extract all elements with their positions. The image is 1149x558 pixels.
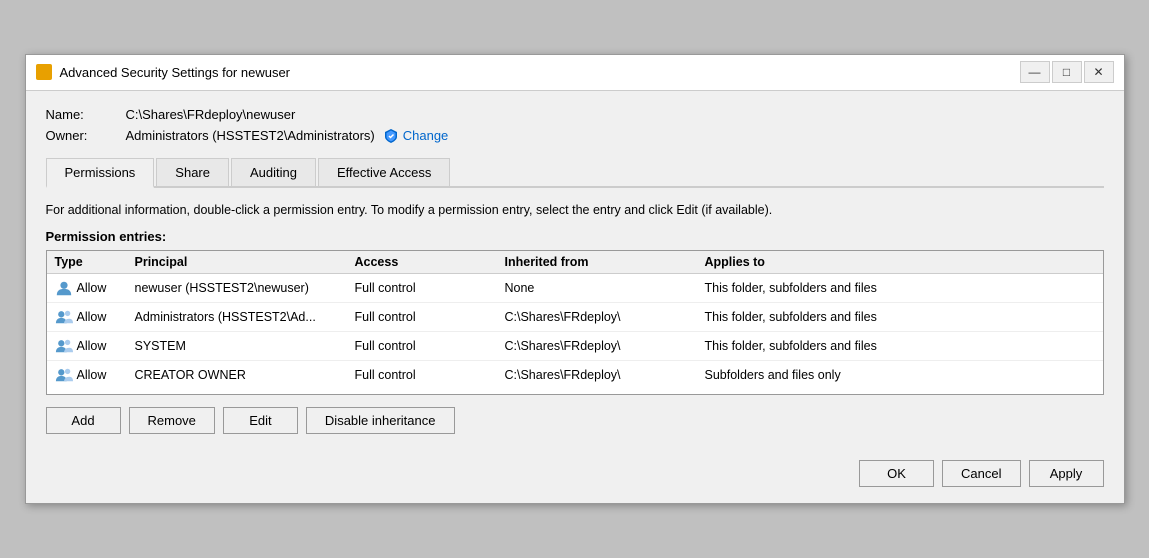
name-label: Name: <box>46 107 126 122</box>
dialog-buttons: OK Cancel Apply <box>46 450 1104 487</box>
table-header: Type Principal Access Inherited from App… <box>47 251 1103 274</box>
remove-button[interactable]: Remove <box>129 407 215 434</box>
cell-type: Allow <box>55 337 135 355</box>
close-button[interactable]: ✕ <box>1084 61 1114 83</box>
minimize-button[interactable]: — <box>1020 61 1050 83</box>
table-row[interactable]: Allow newuser (HSSTEST2\newuser) Full co… <box>47 274 1103 303</box>
cell-principal: CREATOR OWNER <box>135 368 355 382</box>
disable-inheritance-button[interactable]: Disable inheritance <box>306 407 455 434</box>
action-buttons: Add Remove Edit Disable inheritance <box>46 407 1104 434</box>
cell-applies-to: This folder, subfolders and files <box>705 281 985 295</box>
cell-inherited-from: None <box>505 281 705 295</box>
change-owner-link[interactable]: Change <box>383 128 449 144</box>
cell-access: Full control <box>355 310 505 324</box>
cancel-button[interactable]: Cancel <box>942 460 1020 487</box>
content-area: Name: C:\Shares\FRdeploy\newuser Owner: … <box>26 91 1124 504</box>
tab-permissions[interactable]: Permissions <box>46 158 155 188</box>
cell-access: Full control <box>355 281 505 295</box>
permission-table: Type Principal Access Inherited from App… <box>46 250 1104 395</box>
user-icon <box>55 279 73 297</box>
owner-value: Administrators (HSSTEST2\Administrators) <box>126 128 375 143</box>
table-row[interactable]: Allow SYSTEM Full control C:\Shares\FRde… <box>47 332 1103 361</box>
cell-principal: Administrators (HSSTEST2\Ad... <box>135 310 355 324</box>
group-icon <box>55 366 73 384</box>
change-label: Change <box>403 128 449 143</box>
cell-applies-to: This folder, subfolders and files <box>705 310 985 324</box>
shield-icon <box>383 128 399 144</box>
table-row[interactable]: Allow Administrators (HSSTEST2\Ad... Ful… <box>47 303 1103 332</box>
tab-share[interactable]: Share <box>156 158 229 186</box>
apply-button[interactable]: Apply <box>1029 460 1104 487</box>
cell-access: Full control <box>355 339 505 353</box>
cell-principal: newuser (HSSTEST2\newuser) <box>135 281 355 295</box>
name-row: Name: C:\Shares\FRdeploy\newuser <box>46 107 1104 122</box>
cell-type: Allow <box>55 366 135 384</box>
table-row[interactable]: Allow CREATOR OWNER Full control C:\Shar… <box>47 361 1103 389</box>
title-bar: Advanced Security Settings for newuser —… <box>26 55 1124 91</box>
tab-bar: Permissions Share Auditing Effective Acc… <box>46 158 1104 188</box>
window-title: Advanced Security Settings for newuser <box>60 65 1020 80</box>
cell-type: Allow <box>55 279 135 297</box>
col-principal: Principal <box>135 255 355 269</box>
col-applies-to: Applies to <box>705 255 985 269</box>
group-icon <box>55 308 73 326</box>
tab-effective-access[interactable]: Effective Access <box>318 158 450 186</box>
ok-button[interactable]: OK <box>859 460 934 487</box>
add-button[interactable]: Add <box>46 407 121 434</box>
edit-button[interactable]: Edit <box>223 407 298 434</box>
owner-row: Owner: Administrators (HSSTEST2\Administ… <box>46 128 1104 144</box>
table-body: Allow newuser (HSSTEST2\newuser) Full co… <box>47 274 1103 394</box>
cell-inherited-from: C:\Shares\FRdeploy\ <box>505 310 705 324</box>
description-text: For additional information, double-click… <box>46 202 1104 220</box>
section-label: Permission entries: <box>46 229 1104 244</box>
cell-applies-to: Subfolders and files only <box>705 368 985 382</box>
name-value: C:\Shares\FRdeploy\newuser <box>126 107 296 122</box>
owner-label: Owner: <box>46 128 126 143</box>
cell-principal: SYSTEM <box>135 339 355 353</box>
main-window: Advanced Security Settings for newuser —… <box>25 54 1125 505</box>
col-inherited-from: Inherited from <box>505 255 705 269</box>
tab-auditing[interactable]: Auditing <box>231 158 316 186</box>
group-icon <box>55 337 73 355</box>
cell-access: Full control <box>355 368 505 382</box>
cell-inherited-from: C:\Shares\FRdeploy\ <box>505 368 705 382</box>
maximize-button[interactable]: □ <box>1052 61 1082 83</box>
cell-inherited-from: C:\Shares\FRdeploy\ <box>505 339 705 353</box>
col-type: Type <box>55 255 135 269</box>
cell-applies-to: This folder, subfolders and files <box>705 339 985 353</box>
window-icon <box>36 64 52 80</box>
title-bar-controls: — □ ✕ <box>1020 61 1114 83</box>
col-access: Access <box>355 255 505 269</box>
cell-type: Allow <box>55 308 135 326</box>
